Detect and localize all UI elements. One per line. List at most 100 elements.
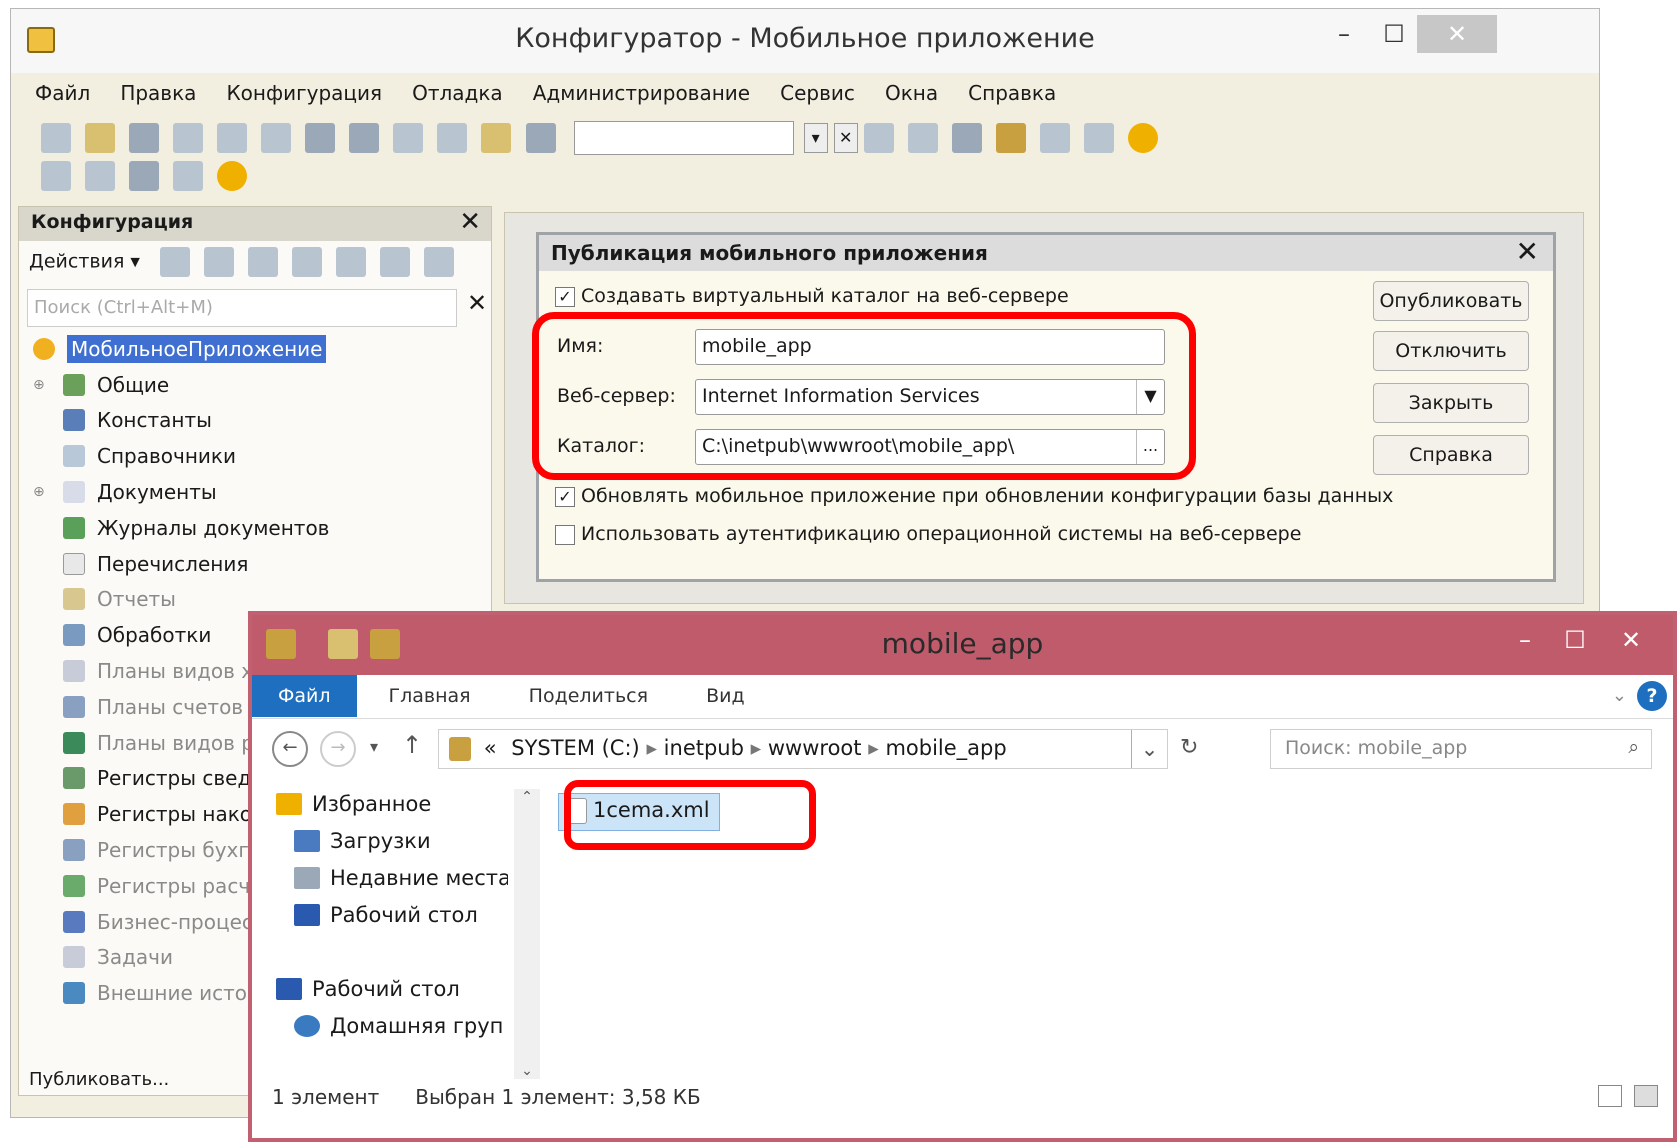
nav-downloads[interactable]: Загрузки	[276, 822, 508, 859]
breadcrumb-inetpub[interactable]: inetpub	[664, 736, 744, 760]
redo-icon[interactable]	[437, 123, 468, 153]
dialog-close-icon[interactable]: ✕	[1516, 235, 1539, 268]
disable-button[interactable]: Отключить	[1373, 331, 1529, 371]
forward-button[interactable]: →	[320, 731, 356, 767]
expand-icon[interactable]: ⊕	[33, 484, 49, 500]
table-icon[interactable]	[173, 161, 204, 191]
breadcrumb-wwwroot[interactable]: wwwroot	[768, 736, 862, 760]
nav-recent[interactable]: Недавние места	[276, 859, 508, 896]
close-button[interactable]: ✕	[1608, 621, 1654, 659]
nav-desktop[interactable]: Рабочий стол	[276, 970, 508, 1007]
syntax-helper-icon[interactable]	[1039, 123, 1070, 153]
actions-menu[interactable]: Действия ▾	[29, 251, 140, 273]
assistant-icon[interactable]	[995, 123, 1026, 153]
refresh-icon[interactable]: ↻	[1180, 735, 1198, 760]
compare-icon[interactable]	[85, 161, 116, 191]
find-prev-icon[interactable]	[863, 123, 894, 153]
tiles-view-icon[interactable]	[1634, 1085, 1658, 1107]
virtual-dir-checkbox-row[interactable]: ✓ Создавать виртуальный каталог на веб-се…	[555, 285, 1069, 307]
open-icon[interactable]	[85, 123, 116, 153]
add-icon[interactable]	[160, 247, 190, 277]
tree-item-constants[interactable]: Константы	[33, 403, 483, 439]
menu-administration[interactable]: Администрирование	[529, 75, 754, 111]
nav-homegroup[interactable]: Домашняя груп	[276, 1007, 508, 1044]
details-view-icon[interactable]	[1598, 1085, 1622, 1107]
menu-windows[interactable]: Окна	[881, 75, 942, 111]
tree-item-common[interactable]: ⊕ Общие	[33, 367, 483, 403]
menu-help[interactable]: Справка	[964, 75, 1060, 111]
menu-edit[interactable]: Правка	[116, 75, 200, 111]
minimize-button[interactable]: –	[1502, 621, 1548, 659]
config-icon[interactable]	[41, 161, 71, 191]
tree-item-documents[interactable]: ⊕ Документы	[33, 474, 483, 510]
print-icon[interactable]	[305, 123, 336, 153]
cut-icon[interactable]	[173, 123, 204, 153]
copy-object-icon[interactable]	[248, 247, 279, 277]
find-icon[interactable]	[481, 123, 512, 153]
move-down-icon[interactable]	[380, 247, 411, 277]
info-icon[interactable]	[1127, 123, 1158, 153]
chevron-down-icon[interactable]: ⌄	[1131, 730, 1167, 768]
panel-close-icon[interactable]: ✕	[459, 207, 481, 237]
back-button[interactable]: ←	[272, 731, 308, 767]
clear-icon[interactable]: ✕	[833, 123, 858, 153]
tree-item-app[interactable]: МобильноеПриложение	[33, 331, 483, 367]
toolbar-search-input[interactable]	[573, 121, 794, 155]
undo-icon[interactable]	[393, 123, 424, 153]
search-clear-icon[interactable]: ✕	[463, 289, 491, 327]
properties-icon[interactable]	[424, 247, 455, 277]
copy-icon[interactable]	[217, 123, 248, 153]
save-icon[interactable]	[129, 123, 160, 153]
menu-configuration[interactable]: Конфигурация	[222, 75, 386, 111]
new-icon[interactable]	[41, 123, 71, 153]
up-button[interactable]: ↑	[402, 731, 422, 759]
address-bar[interactable]: « SYSTEM (C:) ▸ inetpub ▸ wwwroot ▸ mobi…	[438, 729, 1168, 769]
dropdown-icon[interactable]: ▾	[803, 123, 828, 153]
edit-icon[interactable]	[204, 247, 235, 277]
tab-file[interactable]: Файл	[252, 675, 357, 717]
help-icon[interactable]: ?	[1637, 681, 1667, 711]
menu-service[interactable]: Сервис	[776, 75, 859, 111]
close-button[interactable]: ✕	[1417, 15, 1497, 53]
nav-desktop-fav[interactable]: Рабочий стол	[276, 896, 508, 933]
update-checkbox[interactable]: ✓	[555, 486, 575, 507]
explorer-search-input[interactable]: Поиск: mobile_app ⌕	[1270, 729, 1652, 769]
breadcrumb-drive[interactable]: SYSTEM (C:)	[511, 736, 640, 760]
nav-favorites[interactable]: Избранное	[276, 785, 508, 822]
search-icon[interactable]	[525, 123, 556, 153]
delete-icon[interactable]	[292, 247, 323, 277]
chevron-down-icon[interactable]: ⌄	[1612, 685, 1627, 706]
tree-item-catalogs[interactable]: Справочники	[33, 438, 483, 474]
auth-checkbox[interactable]	[555, 524, 575, 545]
desktop-icon	[294, 903, 320, 926]
tab-share[interactable]: Поделиться	[503, 675, 674, 717]
windows-icon[interactable]	[951, 123, 982, 153]
menu-file[interactable]: Файл	[31, 75, 94, 111]
tree-item-journals[interactable]: Журналы документов	[33, 510, 483, 546]
tab-home[interactable]: Главная	[363, 675, 497, 717]
tree-search-input[interactable]: Поиск (Ctrl+Alt+M)	[27, 289, 457, 327]
close-dialog-button[interactable]: Закрыть	[1373, 383, 1529, 423]
update-checkbox-row[interactable]: ✓ Обновлять мобильное приложение при обно…	[555, 485, 1393, 507]
tab-view[interactable]: Вид	[680, 675, 771, 717]
paste-icon[interactable]	[261, 123, 292, 153]
nav-scrollbar[interactable]: ⌃ ⌄	[514, 789, 540, 1079]
preview-icon[interactable]	[349, 123, 380, 153]
expand-icon[interactable]: ⊕	[33, 377, 49, 393]
maximize-button[interactable]: ☐	[1371, 15, 1417, 53]
minimize-button[interactable]: –	[1321, 15, 1367, 53]
database-icon[interactable]	[129, 161, 160, 191]
menu-debug[interactable]: Отладка	[408, 75, 507, 111]
help-button[interactable]: Справка	[1373, 435, 1529, 475]
auth-checkbox-row[interactable]: Использовать аутентификацию операционной…	[555, 523, 1301, 545]
docs-icon[interactable]	[1083, 123, 1114, 153]
find-next-icon[interactable]	[907, 123, 938, 153]
run-debug-icon[interactable]	[217, 161, 248, 191]
virtual-dir-checkbox[interactable]: ✓	[555, 286, 575, 307]
maximize-button[interactable]: ☐	[1552, 621, 1598, 659]
publish-button[interactable]: Опубликовать	[1373, 281, 1529, 321]
breadcrumb-mobile-app[interactable]: mobile_app	[885, 736, 1006, 760]
recent-dropdown-icon[interactable]: ▾	[370, 737, 378, 756]
move-up-icon[interactable]	[336, 247, 367, 277]
tree-item-enums[interactable]: Перечисления	[33, 546, 483, 582]
